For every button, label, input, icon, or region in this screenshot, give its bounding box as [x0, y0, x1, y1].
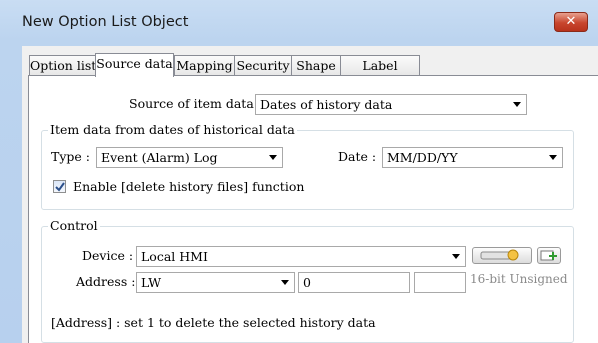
source-value: Dates of history data [260, 97, 393, 112]
history-group-title: Item data from dates of historical data [48, 122, 297, 137]
tab-source-data[interactable]: Source data [95, 53, 174, 77]
address-input[interactable]: 0 [298, 272, 410, 293]
dialog-window: New Option List Object ✕ Option list Sou… [0, 0, 598, 343]
date-label: Date : [338, 149, 377, 164]
type-select[interactable]: Event (Alarm) Log [96, 147, 283, 168]
chevron-down-icon [281, 280, 289, 285]
enable-delete-label: Enable [delete history files] function [73, 179, 305, 194]
control-group: Control Device : Local HMI Address: LW … [41, 218, 574, 343]
type-label: Type : [51, 149, 90, 164]
window-title: New Option List Object [22, 14, 189, 30]
device-settings-button[interactable] [472, 247, 532, 264]
address-type-select[interactable]: LW [136, 272, 295, 293]
add-icon [540, 250, 557, 261]
device-label: Device : [82, 248, 134, 263]
tab-option-list[interactable]: Option list [29, 55, 96, 76]
source-data-panel: Source of item data : Dates of history d… [28, 75, 598, 343]
control-group-title: Control [48, 218, 100, 233]
device-value: Local HMI [141, 249, 208, 264]
address-note: [Address] : set 1 to delete the selected… [51, 315, 376, 330]
close-icon: ✕ [565, 14, 577, 29]
tab-mapping[interactable]: Mapping [174, 55, 235, 76]
date-value: MM/DD/YY [387, 150, 458, 165]
add-device-button[interactable] [537, 247, 561, 264]
chevron-down-icon [513, 102, 521, 107]
address-input-value: 0 [303, 275, 311, 290]
enable-delete-checkbox[interactable] [53, 180, 66, 193]
address-extra-input[interactable] [414, 272, 466, 293]
data-format-label: 16-bit Unsigned [470, 272, 568, 286]
chevron-down-icon [549, 155, 557, 160]
title-bar: New Option List Object ✕ [0, 0, 598, 40]
device-settings-icon [480, 249, 519, 261]
address-label: Address : [76, 274, 136, 289]
tab-shape[interactable]: Shape [291, 55, 341, 76]
chevron-down-icon [452, 254, 460, 259]
source-label: Source of item data : [129, 96, 262, 111]
source-select[interactable]: Dates of history data [255, 94, 527, 115]
checkmark-icon [55, 182, 65, 192]
dialog-client: Option list Source data Mapping Security… [22, 46, 598, 343]
address-type-value: LW [141, 275, 162, 290]
date-format-select[interactable]: MM/DD/YY [382, 147, 563, 168]
close-button[interactable]: ✕ [554, 12, 588, 32]
tab-security[interactable]: Security [234, 55, 292, 76]
history-group: Item data from dates of historical data … [41, 122, 574, 210]
type-value: Event (Alarm) Log [101, 150, 218, 165]
chevron-down-icon [269, 155, 277, 160]
tab-label[interactable]: Label [340, 55, 420, 76]
device-select[interactable]: Local HMI [136, 246, 466, 267]
